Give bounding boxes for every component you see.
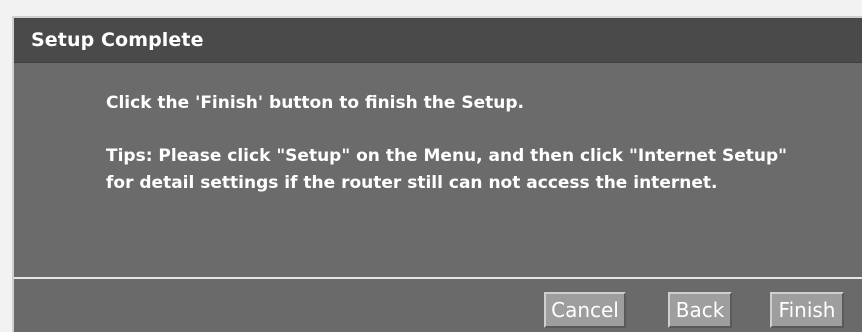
setup-complete-dialog: Setup Complete Click the 'Finish' button… — [12, 16, 862, 332]
finish-button[interactable]: Finish — [770, 292, 844, 328]
dialog-titlebar: Setup Complete — [14, 18, 862, 63]
dialog-content: Click the 'Finish' button to finish the … — [106, 90, 806, 197]
dialog-title: Setup Complete — [31, 29, 204, 51]
dialog-footer: Cancel Back Finish — [14, 279, 862, 332]
tips-text: Tips: Please click "Setup" on the Menu, … — [106, 146, 788, 193]
back-button[interactable]: Back — [668, 292, 732, 328]
finish-instruction-text: Click the 'Finish' button to finish the … — [106, 93, 524, 113]
cancel-button[interactable]: Cancel — [544, 292, 626, 328]
